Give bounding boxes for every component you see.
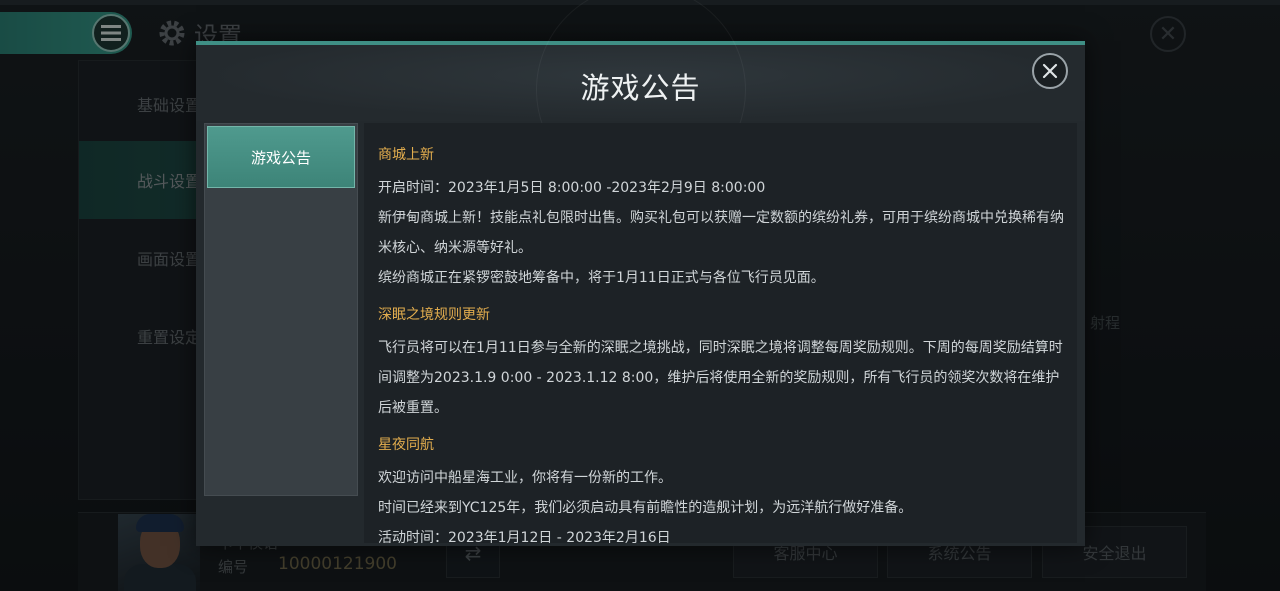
announcement-tabs: 游戏公告	[204, 123, 358, 496]
tab-game-announcement[interactable]: 游戏公告	[207, 126, 355, 188]
section-title: 深眠之境规则更新	[378, 307, 490, 323]
modal-close-button[interactable]	[1032, 53, 1068, 89]
modal-header: 游戏公告	[196, 0, 1085, 195]
section-title: 商城上新	[378, 147, 434, 163]
announcement-section: 星夜同航 欢迎访问中船星海工业，你将有一份新的工作。 时间已经来到YC125年，…	[378, 435, 1077, 543]
close-icon	[1042, 63, 1058, 79]
modal-title: 游戏公告	[580, 71, 701, 105]
announcement-section: 商城上新 开启时间：2023年1月5日 8:00:00 -2023年2月9日 8…	[378, 145, 1077, 293]
section-title: 星夜同航	[378, 437, 434, 453]
announcement-line: 开启时间：2023年1月5日 8:00:00 -2023年2月9日 8:00:0…	[378, 180, 766, 196]
announcement-line: 飞行员将可以在1月11日参与全新的深眠之境挑战，同时深眠之境将调整每周奖励规则。…	[378, 340, 1063, 416]
announcement-line: 欢迎访问中船星海工业，你将有一份新的工作。	[378, 470, 672, 486]
announcement-line: 缤纷商城正在紧锣密鼓地筹备中，将于1月11日正式与各位飞行员见面。	[378, 270, 825, 286]
announcement-section: 深眠之境规则更新 飞行员将可以在1月11日参与全新的深眠之境挑战，同时深眠之境将…	[378, 305, 1077, 423]
announcement-line: 时间已经来到YC125年，我们必须启动具有前瞻性的造舰计划，为远洋航行做好准备。	[378, 500, 913, 516]
announcement-line: 活动时间：2023年1月12日 - 2023年2月16日	[378, 530, 671, 543]
announcement-content[interactable]: 商城上新 开启时间：2023年1月5日 8:00:00 -2023年2月9日 8…	[364, 123, 1077, 543]
announcement-modal: 游戏公告 游戏公告 商城上新 开启时间：2023年1月5日 8:00:00 -2…	[196, 0, 1085, 546]
announcement-line: 新伊甸商城上新！技能点礼包限时出售。购买礼包可以获赠一定数额的缤纷礼券，可用于缤…	[378, 210, 1064, 256]
